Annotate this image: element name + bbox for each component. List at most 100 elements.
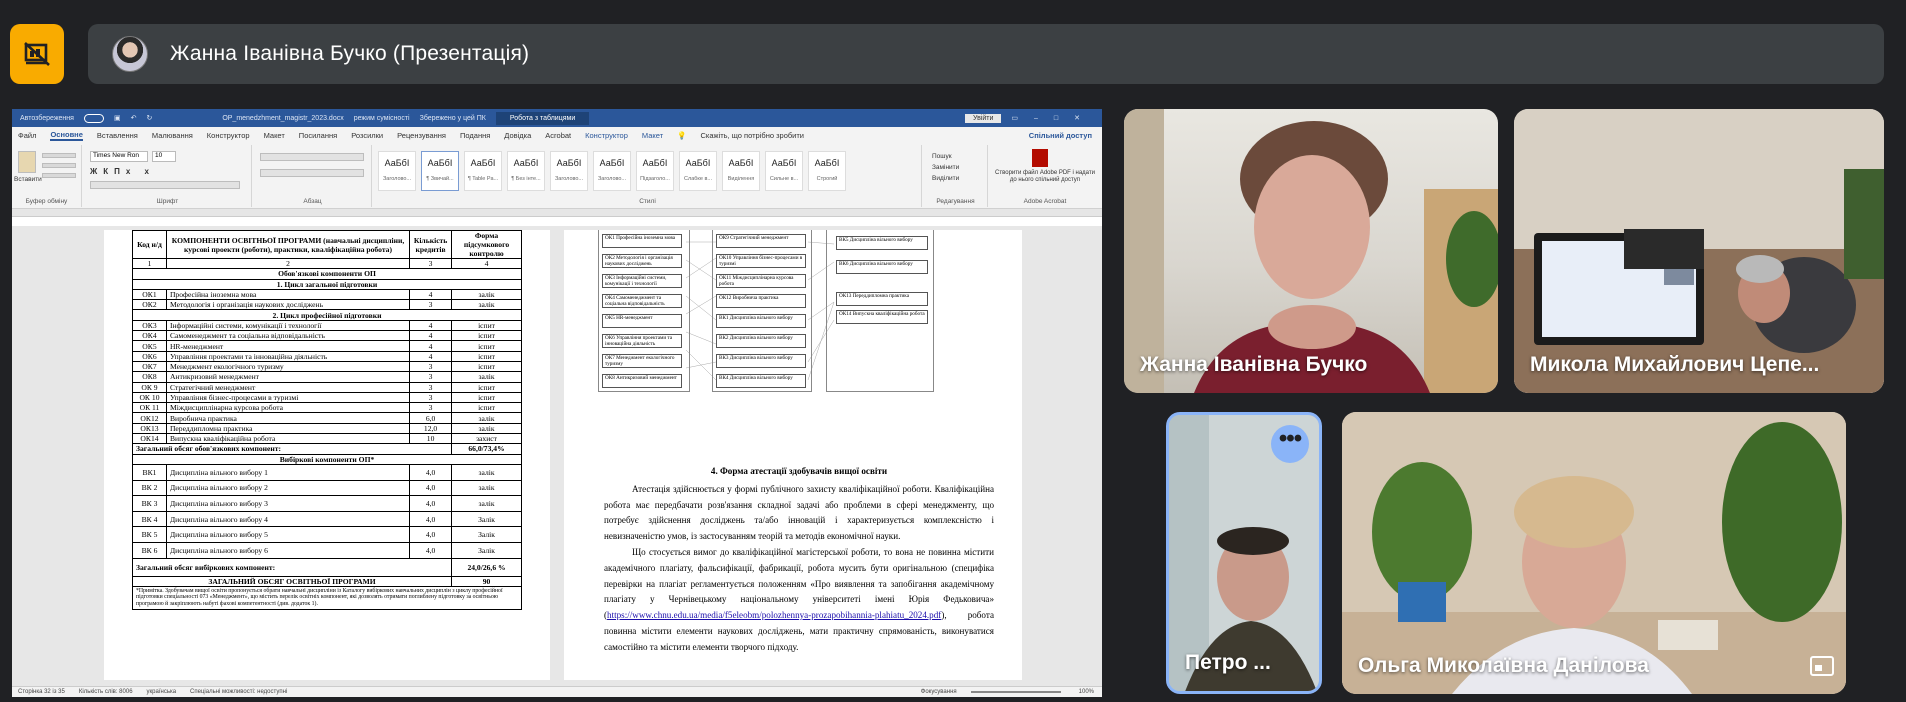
table-cell: 2 xyxy=(165,257,411,270)
tab-mailings[interactable]: Розсилки xyxy=(351,131,383,140)
paragraph: Атестація здійснюється у формі публічног… xyxy=(604,483,994,542)
autosave-toggle[interactable] xyxy=(83,113,104,123)
ruler[interactable] xyxy=(12,209,1102,217)
undo-icon[interactable]: ↶ xyxy=(131,114,137,122)
table-cell: Випускна кваліфікаційна робота xyxy=(165,433,411,445)
tab-home[interactable]: Основне xyxy=(50,130,83,141)
style-name: ¶ Без інте... xyxy=(511,176,541,182)
tell-me-box[interactable]: Скажіть, що потрібно зробити xyxy=(700,131,804,140)
language[interactable]: українська xyxy=(147,689,177,695)
participant-tile[interactable]: Ольга Миколаївна Данілова xyxy=(1342,412,1846,694)
table-row: ВК 5 Дисципліна вільного вибору 5 4,0 Залік xyxy=(132,526,522,543)
find-button[interactable]: Пошук xyxy=(932,151,959,162)
document-mode: режим сумісності xyxy=(353,114,410,122)
table-cell: Методологія і організація наукових дослі… xyxy=(165,299,411,311)
style-item[interactable]: АаБбІ Підзаголо... xyxy=(636,151,674,191)
word-title-bar: Автозбереження ▣ ↶ ↻ OP_menedzhment_magi… xyxy=(12,109,1102,127)
document-area[interactable]: Код н/д КОМПОНЕНТИ ОСВІТНЬОЇ ПРОГРАМИ (на… xyxy=(12,226,1102,686)
paste-button[interactable]: Вставити xyxy=(14,176,42,183)
zoom-slider[interactable] xyxy=(970,691,1061,693)
diagram-node: ОК3 Інформаційні системи, комунікації і … xyxy=(602,274,682,288)
more-options-button[interactable]: ••• xyxy=(1271,425,1309,463)
ribbon-tabs: Файл Основне Вставлення Малювання Констр… xyxy=(12,127,1102,143)
style-item[interactable]: АаБбІ ¶ Без інте... xyxy=(507,151,545,191)
diagram-node: ОК9 Стратегічний менеджмент xyxy=(716,234,806,248)
style-item[interactable]: АаБбІ Виділення xyxy=(722,151,760,191)
save-icon[interactable]: ▣ xyxy=(114,114,121,122)
page-left[interactable]: Код н/д КОМПОНЕНТИ ОСВІТНЬОЇ ПРОГРАМИ (на… xyxy=(104,230,550,680)
accessibility-status[interactable]: Спеціальні можливості: недоступні xyxy=(190,689,287,695)
tab-help[interactable]: Довідка xyxy=(504,131,531,140)
tab-table-layout[interactable]: Макет xyxy=(642,131,663,140)
tab-design[interactable]: Конструктор xyxy=(207,131,250,140)
shared-screen[interactable]: Автозбереження ▣ ↶ ↻ OP_menedzhment_magi… xyxy=(12,109,1102,697)
list-buttons[interactable] xyxy=(260,153,364,161)
style-item[interactable]: АаБбІ ¶ Звичай... xyxy=(421,151,459,191)
table-cell: Управління бізнес-процесами в туризмі xyxy=(165,391,411,404)
cut-button[interactable] xyxy=(42,153,76,158)
font-color-buttons[interactable] xyxy=(90,181,240,189)
section-heading: Обов'язкові компоненти ОП xyxy=(132,268,522,280)
table-cell: залік xyxy=(451,495,522,512)
signin-button[interactable]: Увійти xyxy=(965,113,1002,123)
diagram-node: ОК2 Методологія і організація наукових д… xyxy=(602,254,682,268)
participant-tile[interactable]: Жанна Іванівна Бучко xyxy=(1124,109,1498,393)
participant-tile-active-speaker[interactable]: ••• Петро ... xyxy=(1166,412,1322,694)
font-name-select[interactable]: Times New Ron xyxy=(90,151,148,162)
style-item[interactable]: АаБбІ Сильне в... xyxy=(765,151,803,191)
table-cell: ОК2 xyxy=(132,299,167,311)
tab-table-design[interactable]: Конструктор xyxy=(585,131,628,140)
table-cell: ОК3 xyxy=(132,319,167,332)
align-buttons[interactable] xyxy=(260,169,364,177)
tab-review[interactable]: Рецензування xyxy=(397,131,446,140)
table-cell: Дисципліна вільного вибору 2 xyxy=(165,479,411,497)
page-right[interactable]: ОК1 Професійна іноземна мова ОК2 Методоло… xyxy=(564,230,1022,680)
tab-acrobat[interactable]: Acrobat xyxy=(545,131,571,140)
table-cell: Міждисциплінарна курсова робота xyxy=(165,402,411,414)
format-painter-button[interactable] xyxy=(42,173,76,178)
style-sample: АаБбІ xyxy=(642,158,668,168)
table-cell: ОК12 xyxy=(132,412,167,424)
select-button[interactable]: Виділити xyxy=(932,173,959,184)
presenter-bar[interactable]: Жанна Іванівна Бучко (Презентація) xyxy=(88,24,1884,84)
replace-button[interactable]: Замінити xyxy=(932,162,959,173)
zoom-level[interactable]: 100% xyxy=(1079,689,1094,695)
picture-in-picture-icon[interactable] xyxy=(1810,656,1834,676)
section-heading: 4. Форма атестації здобувачів вищої осві… xyxy=(710,466,888,476)
tab-insert[interactable]: Вставлення xyxy=(97,131,138,140)
share-button[interactable]: Спільний доступ xyxy=(1029,131,1092,140)
paragraph: Що стосується вимог до кваліфікаційної м… xyxy=(604,545,994,656)
adobe-pdf-icon[interactable] xyxy=(1032,149,1048,167)
copy-button[interactable] xyxy=(42,163,76,168)
style-item[interactable]: АаБбІ Строгий xyxy=(808,151,846,191)
table-row: ОК5 HR-менеджмент 4 іспит xyxy=(132,340,522,352)
style-item[interactable]: АаБбІ Слабке в... xyxy=(679,151,717,191)
word-count[interactable]: Кількість слів: 8006 xyxy=(79,689,133,695)
table-row: ОК 11 Міждисциплінарна курсова робота 3 ісп… xyxy=(132,402,522,414)
page-counter[interactable]: Сторінка 32 із 35 xyxy=(18,689,65,695)
table-cell: Залік xyxy=(451,541,522,559)
window-controls[interactable]: ▭–□✕ xyxy=(1011,114,1096,122)
stop-presenting-button[interactable] xyxy=(10,24,64,84)
participant-tile[interactable]: Микола Михайлович Цепе... xyxy=(1514,109,1884,393)
tab-file[interactable]: Файл xyxy=(18,131,36,140)
paste-icon[interactable] xyxy=(18,151,36,173)
focus-mode[interactable]: Фокусування xyxy=(921,689,957,695)
tab-view[interactable]: Подання xyxy=(460,131,490,140)
tab-references[interactable]: Посилання xyxy=(299,131,337,140)
regulation-link[interactable]: https://www.chnu.edu.ua/media/f5eleobm/p… xyxy=(607,610,941,620)
style-item[interactable]: АаБбІ Заголово... xyxy=(550,151,588,191)
style-name: ¶ Звичай... xyxy=(426,176,454,182)
redo-icon[interactable]: ↻ xyxy=(146,114,152,122)
font-format-buttons[interactable]: ЖКПx x xyxy=(90,167,155,176)
diagram-node: ОК10 Управління бізнес-процесами в туриз… xyxy=(716,254,806,268)
create-pdf-button[interactable]: Створити файл Adobe PDF і надати до ньог… xyxy=(994,170,1096,184)
tab-draw[interactable]: Малювання xyxy=(152,131,193,140)
style-item[interactable]: АаБбІ Заголово... xyxy=(593,151,631,191)
font-size-select[interactable]: 10 xyxy=(152,151,176,162)
style-item[interactable]: АаБбІ Заголово... xyxy=(378,151,416,191)
style-item[interactable]: АаБбІ ¶ Table Pa... xyxy=(464,151,502,191)
tab-layout[interactable]: Макет xyxy=(264,131,285,140)
table-cell: 4,0 xyxy=(409,463,453,481)
table-cell: 4 xyxy=(409,340,453,352)
